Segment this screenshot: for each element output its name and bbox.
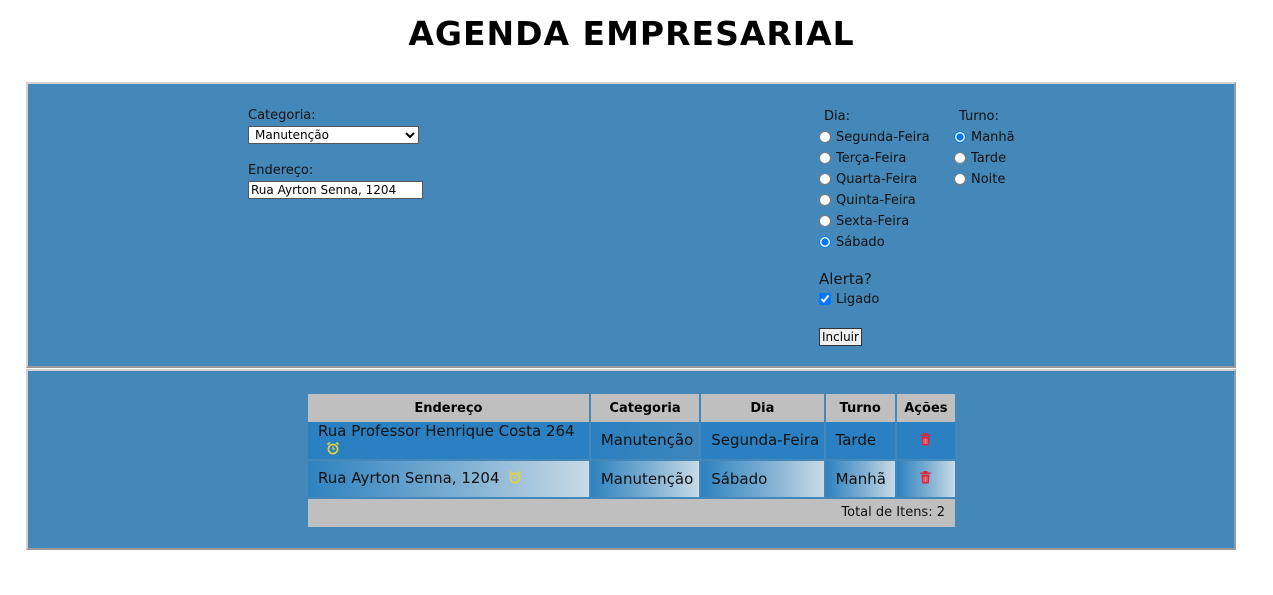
endereco-text: Rua Professor Henrique Costa 264 <box>318 422 575 440</box>
ligado-checkbox-row[interactable]: Ligado <box>819 289 879 309</box>
cell-turno: Manhã <box>824 459 897 499</box>
header-endereco: Endereço <box>308 394 591 422</box>
endereco-input[interactable] <box>248 181 423 199</box>
cell-dia: Sábado <box>700 459 826 499</box>
alarm-clock-icon <box>508 470 522 488</box>
list-panel: Endereço Categoria Dia Turno Ações Rua P… <box>26 369 1236 550</box>
cell-categoria: Manutenção <box>589 422 702 461</box>
endereco-text: Rua Ayrton Senna, 1204 <box>318 469 500 488</box>
dia-radio[interactable] <box>819 215 831 227</box>
turno-option[interactable]: Manhã <box>954 127 1015 147</box>
cell-endereco: Rua Ayrton Senna, 1204 <box>308 459 591 499</box>
cell-dia: Segunda-Feira <box>700 422 826 461</box>
turno-option[interactable]: Tarde <box>954 148 1006 168</box>
categoria-select[interactable]: Manutenção <box>248 126 419 144</box>
trash-icon[interactable] <box>920 432 931 450</box>
turno-label: Turno: <box>959 109 999 124</box>
dia-radio[interactable] <box>819 152 831 164</box>
dia-option[interactable]: Quinta-Feira <box>819 190 916 210</box>
header-turno: Turno <box>824 394 897 422</box>
ligado-label: Ligado <box>836 291 880 307</box>
turno-option-label: Tarde <box>971 150 1007 166</box>
dia-radio[interactable] <box>819 236 831 248</box>
dia-option[interactable]: Quarta-Feira <box>819 169 917 189</box>
turno-radio[interactable] <box>954 131 966 143</box>
agenda-table: Endereço Categoria Dia Turno Ações Rua P… <box>308 394 955 527</box>
table-header-row: Endereço Categoria Dia Turno Ações <box>308 394 955 422</box>
dia-label: Dia: <box>824 109 850 124</box>
page-title: AGENDA EMPRESARIAL <box>408 14 855 53</box>
dia-option[interactable]: Terça-Feira <box>819 148 906 168</box>
total-itens: Total de Itens: 2 <box>308 497 955 527</box>
cell-acoes <box>895 422 955 461</box>
dia-option-label: Segunda-Feira <box>836 129 930 145</box>
header-dia: Dia <box>700 394 826 422</box>
alarm-clock-icon <box>326 441 340 459</box>
cell-turno: Tarde <box>824 422 897 461</box>
incluir-button[interactable]: Incluir <box>819 328 862 346</box>
endereco-label: Endereço: <box>248 163 314 178</box>
cell-acoes <box>895 459 955 499</box>
turno-option-label: Noite <box>971 171 1006 187</box>
cell-categoria: Manutenção <box>589 459 702 499</box>
alerta-label: Alerta? <box>819 270 872 288</box>
dia-radio[interactable] <box>819 173 831 185</box>
dia-option-label: Quarta-Feira <box>836 171 918 187</box>
dia-option[interactable]: Sexta-Feira <box>819 211 909 231</box>
turno-radio[interactable] <box>954 152 966 164</box>
trash-icon[interactable] <box>920 470 931 488</box>
form-panel: Categoria: Manutenção Endereço: Dia: Seg… <box>26 82 1236 368</box>
dia-option-label: Sábado <box>836 234 885 250</box>
dia-option[interactable]: Sábado <box>819 232 885 252</box>
dia-radio[interactable] <box>819 194 831 206</box>
header-acoes: Ações <box>895 394 955 422</box>
turno-radio[interactable] <box>954 173 966 185</box>
table-row: Rua Ayrton Senna, 1204 Manutenção Sábado… <box>308 459 955 499</box>
ligado-checkbox[interactable] <box>819 293 831 305</box>
table-row: Rua Professor Henrique Costa 264 Manuten… <box>308 422 955 461</box>
table-footer-row: Total de Itens: 2 <box>308 497 955 527</box>
dia-radio[interactable] <box>819 131 831 143</box>
cell-endereco: Rua Professor Henrique Costa 264 <box>308 422 591 461</box>
header-categoria: Categoria <box>589 394 702 422</box>
dia-option-label: Terça-Feira <box>836 150 907 166</box>
turno-option-label: Manhã <box>971 129 1015 145</box>
categoria-label: Categoria: <box>248 108 316 123</box>
dia-option-label: Quinta-Feira <box>836 192 916 208</box>
dia-option[interactable]: Segunda-Feira <box>819 127 930 147</box>
dia-option-label: Sexta-Feira <box>836 213 910 229</box>
turno-option[interactable]: Noite <box>954 169 1005 189</box>
